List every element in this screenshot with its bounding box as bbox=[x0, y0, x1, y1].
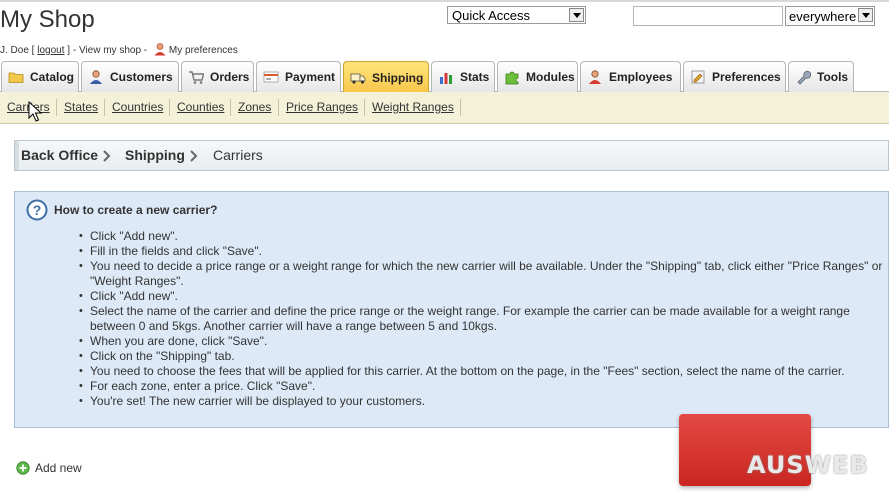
tab-label: Orders bbox=[210, 70, 250, 84]
help-step: Fill in the fields and click "Save". bbox=[79, 244, 889, 259]
chevron-right-icon bbox=[103, 150, 111, 162]
breadcrumb-shipping[interactable]: Shipping bbox=[125, 147, 185, 163]
user-icon bbox=[154, 43, 166, 56]
chevron-down-icon[interactable] bbox=[569, 8, 584, 22]
payment-icon bbox=[263, 71, 279, 83]
subnav-divider bbox=[230, 99, 231, 116]
add-new-button[interactable]: Add new bbox=[16, 461, 82, 475]
top-border bbox=[0, 0, 889, 2]
tab-payment[interactable]: Payment bbox=[256, 61, 341, 92]
tab-label: Catalog bbox=[30, 70, 75, 84]
subnav-divider bbox=[364, 99, 365, 116]
wrench-icon bbox=[797, 70, 811, 85]
chevron-right-icon bbox=[190, 150, 198, 162]
add-icon bbox=[16, 461, 30, 475]
subnav-price-ranges[interactable]: Price Ranges bbox=[286, 100, 358, 114]
breadcrumb-strip bbox=[15, 141, 19, 170]
quick-access-select[interactable]: Quick Access bbox=[447, 6, 586, 24]
tab-label: Preferences bbox=[712, 70, 781, 84]
puzzle-icon bbox=[505, 71, 519, 85]
help-title: How to create a new carrier? bbox=[54, 203, 218, 217]
tab-label: Modules bbox=[526, 70, 575, 84]
cart-icon bbox=[189, 71, 204, 84]
separator-dash: - bbox=[141, 45, 150, 56]
help-step: Click "Add new". bbox=[79, 229, 889, 244]
watermark-text: AUSWEB bbox=[747, 451, 869, 479]
help-step: Select the name of the carrier and defin… bbox=[79, 304, 889, 334]
folder-icon bbox=[8, 72, 24, 83]
tab-label: Shipping bbox=[372, 70, 424, 85]
search-input[interactable] bbox=[633, 6, 783, 26]
subnav-weight-ranges[interactable]: Weight Ranges bbox=[372, 100, 454, 114]
chart-icon bbox=[440, 73, 452, 84]
help-step: You need to decide a price range or a we… bbox=[79, 259, 889, 289]
breadcrumb-carriers: Carriers bbox=[213, 147, 263, 163]
subnav-divider bbox=[56, 99, 57, 116]
breadcrumb: Back Office Shipping Carriers bbox=[14, 140, 889, 171]
user-prefix: J. Doe [ bbox=[0, 45, 38, 56]
help-box: ? How to create a new carrier? Click "Ad… bbox=[14, 191, 889, 428]
user-line: J. Doe [ logout ] - View my shop - My pr… bbox=[0, 42, 238, 56]
subnav-divider bbox=[278, 99, 279, 116]
tab-orders[interactable]: Orders bbox=[181, 61, 254, 92]
tab-customers[interactable]: Customers bbox=[81, 61, 179, 92]
tab-label: Stats bbox=[460, 70, 490, 84]
svg-text:?: ? bbox=[33, 202, 42, 218]
tab-shipping[interactable]: Shipping bbox=[343, 61, 429, 93]
preferences-icon bbox=[691, 70, 705, 84]
help-step: For each zone, enter a price. Click "Sav… bbox=[79, 379, 889, 394]
tab-stats[interactable]: Stats bbox=[431, 61, 495, 92]
tab-employees[interactable]: Employees bbox=[580, 61, 681, 92]
add-new-label: Add new bbox=[35, 461, 82, 475]
search-scope-value: everywhere bbox=[789, 9, 857, 24]
subnav-divider bbox=[169, 99, 170, 116]
shipping-subnav: Carriers States Countries Counties Zones… bbox=[0, 92, 889, 124]
help-question-icon: ? bbox=[26, 199, 48, 221]
tab-preferences[interactable]: Preferences bbox=[683, 61, 786, 92]
my-preferences-link[interactable]: My preferences bbox=[169, 45, 238, 56]
mouse-cursor-icon bbox=[28, 101, 42, 122]
tab-label: Customers bbox=[110, 70, 173, 84]
tab-catalog[interactable]: Catalog bbox=[1, 61, 79, 92]
logout-link[interactable]: logout bbox=[37, 45, 64, 56]
subnav-states[interactable]: States bbox=[64, 100, 98, 114]
subnav-divider bbox=[104, 99, 105, 116]
subnav-counties[interactable]: Counties bbox=[177, 100, 224, 114]
quick-access-label: Quick Access bbox=[452, 8, 531, 23]
tab-tools[interactable]: Tools bbox=[788, 61, 854, 92]
help-step: You need to choose the fees that will be… bbox=[79, 364, 889, 379]
customer-icon bbox=[90, 70, 102, 84]
subnav-zones[interactable]: Zones bbox=[238, 100, 271, 114]
tab-label: Payment bbox=[285, 70, 336, 84]
employee-icon bbox=[589, 70, 601, 84]
help-steps: Click "Add new". Fill in the fields and … bbox=[79, 229, 889, 409]
tab-modules[interactable]: Modules bbox=[497, 61, 578, 92]
search-scope-select[interactable]: everywhere bbox=[785, 6, 875, 26]
truck-icon bbox=[350, 73, 366, 84]
subnav-countries[interactable]: Countries bbox=[112, 100, 163, 114]
user-mid: ] - bbox=[64, 45, 79, 56]
help-step: You're set! The new carrier will be disp… bbox=[79, 394, 889, 409]
help-step: Click "Add new". bbox=[79, 289, 889, 304]
help-step: Click on the "Shipping" tab. bbox=[79, 349, 889, 364]
shop-title: My Shop bbox=[0, 6, 95, 33]
breadcrumb-back-office[interactable]: Back Office bbox=[21, 147, 98, 163]
main-tabs: Catalog Customers Orders Payment Shippin… bbox=[0, 61, 889, 93]
subnav-divider bbox=[460, 99, 461, 116]
help-step: When you are done, click "Save". bbox=[79, 334, 889, 349]
tab-label: Employees bbox=[609, 70, 673, 84]
view-shop-link[interactable]: View my shop bbox=[79, 45, 141, 56]
chevron-down-icon[interactable] bbox=[858, 8, 873, 22]
tab-label: Tools bbox=[817, 70, 849, 84]
